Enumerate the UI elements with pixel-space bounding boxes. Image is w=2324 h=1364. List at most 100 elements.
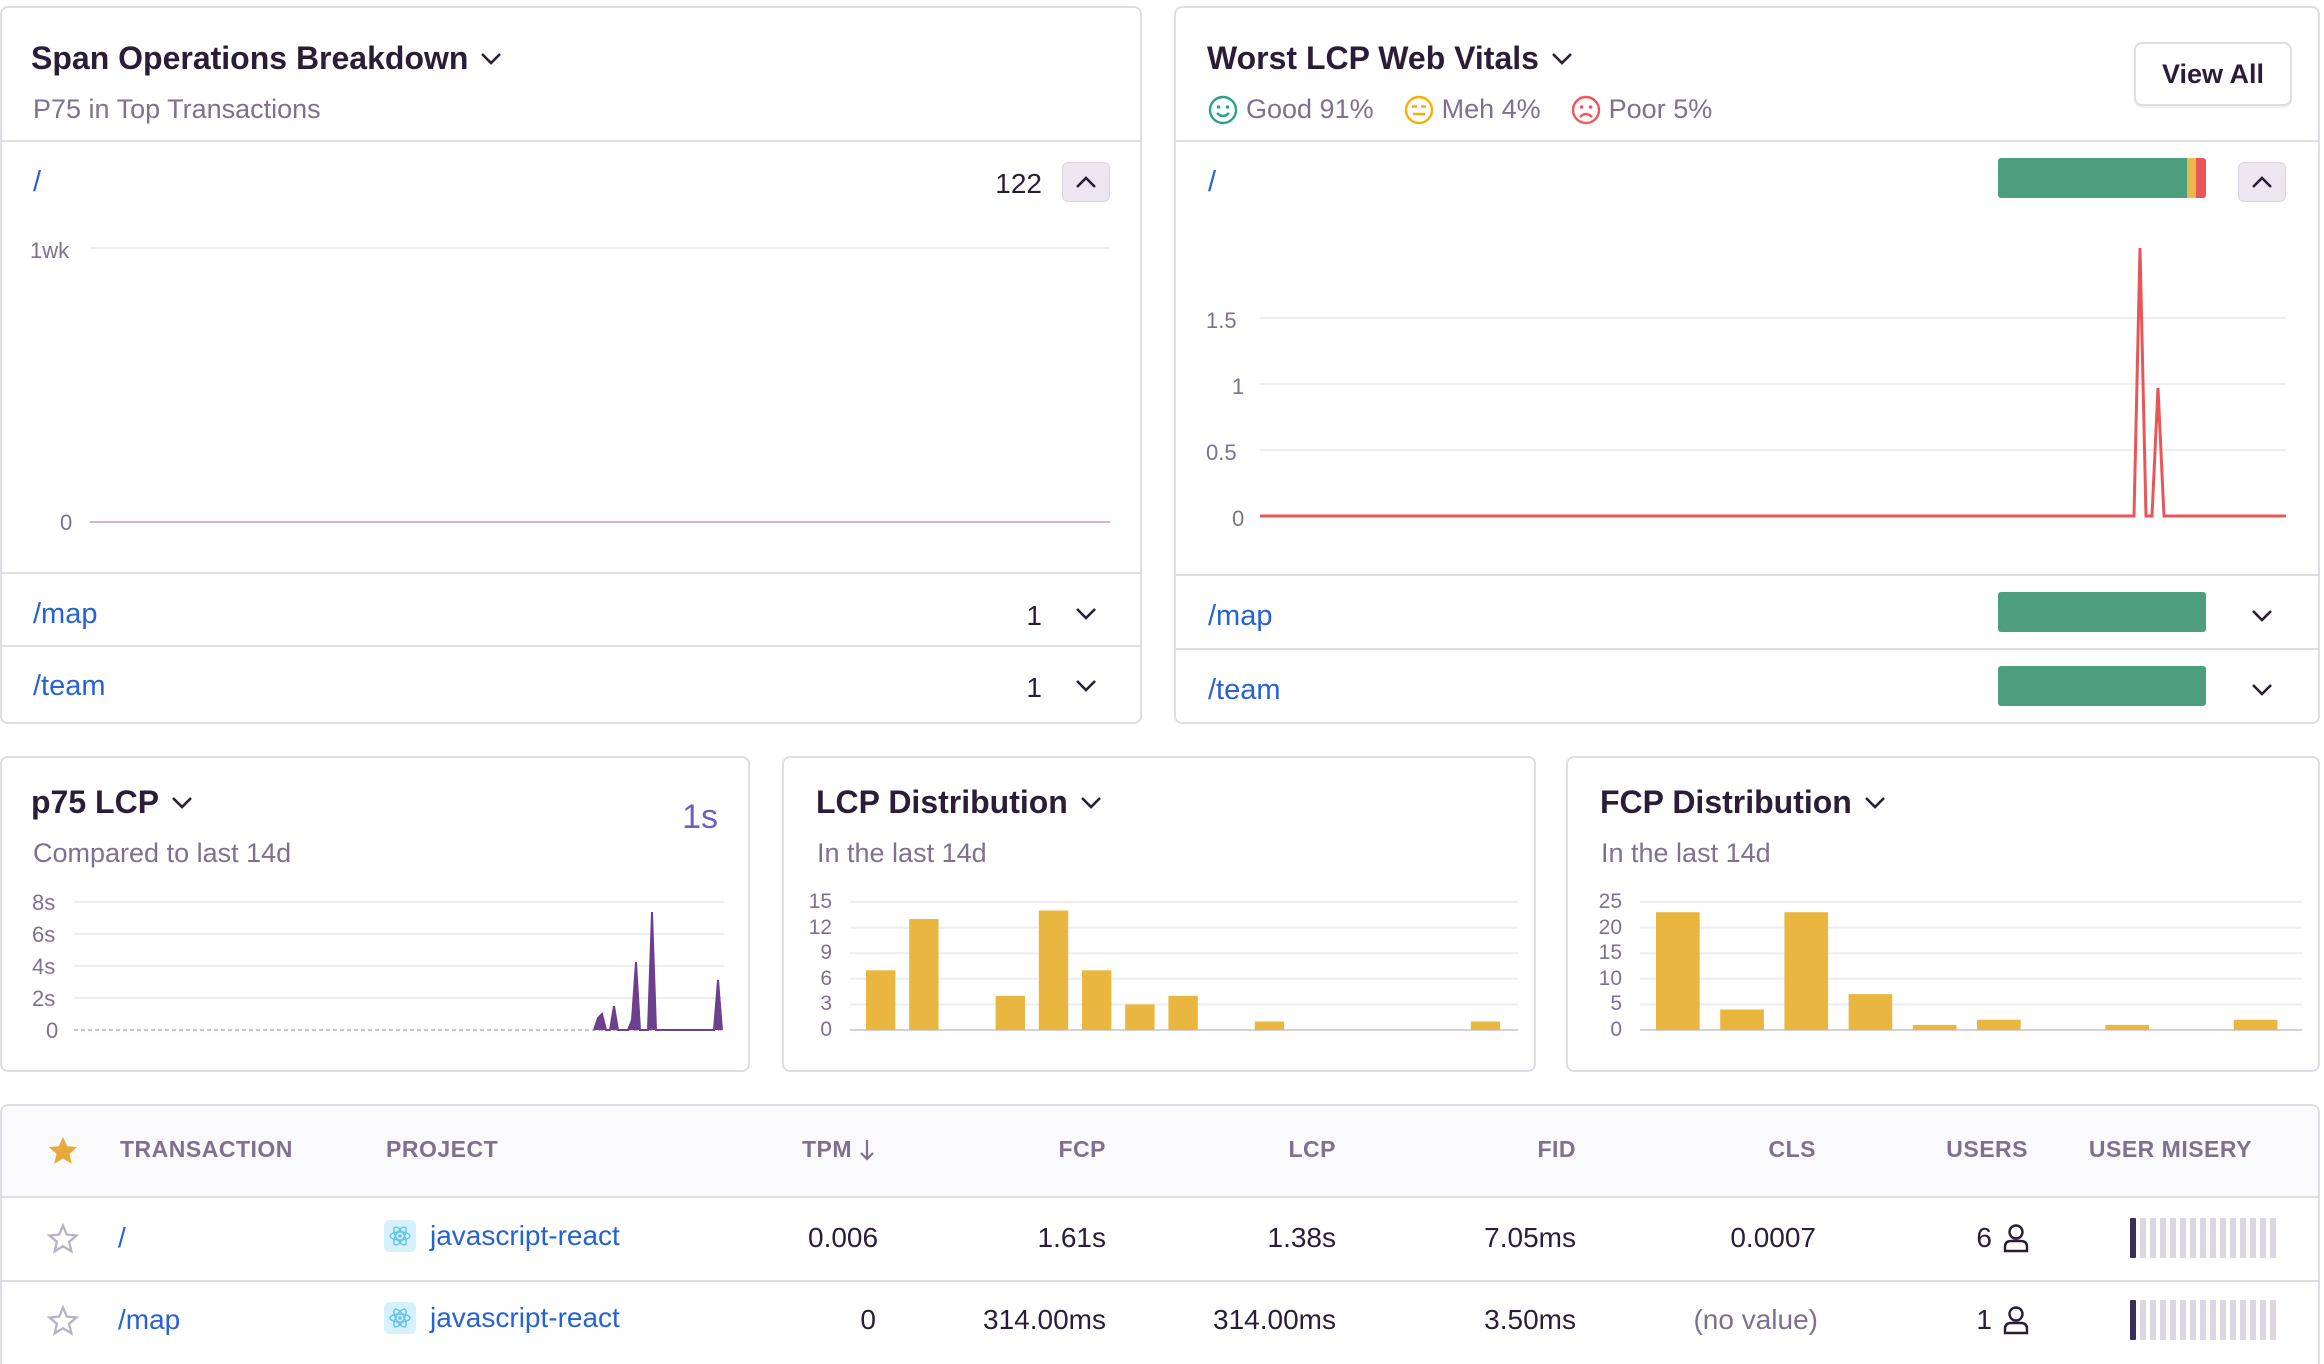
header-cls[interactable]: CLS [1769, 1136, 1817, 1163]
span-row-map-link[interactable]: /map [33, 598, 97, 631]
header-fid[interactable]: FID [1537, 1136, 1576, 1163]
table-row: / javascript-react 0.006 1.61s 1.38s 7.0… [2, 1198, 2318, 1280]
histogram-bar[interactable] [1784, 912, 1829, 1030]
fcp-distribution-subtitle: In the last 14d [1601, 838, 1771, 868]
p75-lcp-panel: p75 LCP 1s Compared to last 14d 8s 6s 4s… [0, 756, 750, 1072]
legend-meh: Meh 4% [1404, 94, 1541, 125]
vitals-bar [1998, 592, 2206, 632]
span-operations-title[interactable]: Span Operations Breakdown [31, 40, 502, 77]
star-filled-icon[interactable] [46, 1134, 80, 1168]
fid-value: 3.50ms [1484, 1304, 1576, 1335]
header-tpm[interactable]: TPM [802, 1136, 876, 1163]
lcp-distribution-title-text: LCP Distribution [816, 784, 1068, 820]
user-misery-bar [2130, 1218, 2276, 1258]
transaction-link[interactable]: /map [118, 1304, 180, 1336]
expand-button[interactable] [1062, 666, 1110, 706]
y-tick-label: 12 [808, 915, 832, 939]
histogram-bar[interactable] [909, 919, 939, 1030]
arrow-down-icon [860, 1139, 874, 1161]
project-name: javascript-react [430, 1220, 620, 1251]
header-users[interactable]: USERS [1946, 1136, 2028, 1163]
lcp-value: 1.38s [1267, 1222, 1337, 1253]
expand-button[interactable] [1062, 594, 1110, 634]
lcp-value: 314.00ms [1213, 1304, 1336, 1335]
fcp-value: 314.00ms [983, 1304, 1106, 1335]
star-outline-icon[interactable] [46, 1222, 80, 1256]
frown-icon [1571, 95, 1600, 124]
user-icon [2003, 1224, 2029, 1253]
legend-good-label: Good 91% [1246, 94, 1374, 124]
span-row-team-link[interactable]: /team [33, 670, 106, 703]
histogram-bar[interactable] [1470, 1021, 1501, 1030]
users-count: 1 [1976, 1304, 1992, 1335]
histogram-bar[interactable] [866, 970, 896, 1030]
lcp-row-team-link[interactable]: /team [1208, 674, 1281, 707]
histogram-bar[interactable] [2105, 1024, 2150, 1030]
header-transaction[interactable]: TRANSACTION [120, 1136, 293, 1163]
lcp-distribution-chart [850, 901, 1518, 1031]
y-tick-label: 1 [1232, 374, 1245, 399]
lcp-distribution-title[interactable]: LCP Distribution [816, 784, 1102, 821]
p75-lcp-line [593, 911, 723, 1031]
header-project[interactable]: PROJECT [386, 1136, 498, 1163]
lcp-distribution-panel: LCP Distribution In the last 14d 15 12 9 6 3… [782, 756, 1536, 1072]
table-header: TRANSACTION PROJECT TPM FCP LCP FID CLS … [2, 1106, 2318, 1198]
y-tick-label: 0.5 [1206, 440, 1237, 465]
histogram-bar[interactable] [1656, 912, 1700, 1030]
histogram-bar[interactable] [1912, 1024, 1957, 1030]
project-link[interactable]: javascript-react [384, 1220, 620, 1252]
p75-lcp-title[interactable]: p75 LCP [31, 784, 193, 821]
histogram-bar[interactable] [1254, 1021, 1285, 1030]
lcp-distribution-subtitle: In the last 14d [817, 838, 987, 868]
expand-button[interactable] [2238, 670, 2286, 710]
histogram-bar[interactable] [1720, 1009, 1764, 1030]
span-operations-title-text: Span Operations Breakdown [31, 40, 469, 76]
y-tick-label: 6 [820, 966, 832, 990]
histogram-bar[interactable] [1038, 910, 1069, 1030]
y-tick-label: 0 [1232, 506, 1245, 531]
collapse-button[interactable] [1062, 162, 1110, 202]
histogram-bar[interactable] [1082, 970, 1112, 1030]
fcp-distribution-panel: FCP Distribution In the last 14d 25 20 15 1… [1566, 756, 2320, 1072]
user-icon [2003, 1306, 2029, 1335]
fcp-distribution-title-text: FCP Distribution [1600, 784, 1852, 820]
worst-lcp-panel: Worst LCP Web Vitals Good 91% Meh 4% Poo… [1174, 6, 2320, 724]
histogram-bar[interactable] [2233, 1019, 2278, 1030]
histogram-bar[interactable] [995, 995, 1025, 1030]
expand-button[interactable] [2238, 596, 2286, 636]
divider [1176, 574, 2318, 576]
legend-poor-label: Poor 5% [1608, 94, 1713, 124]
y-tick-label: 4s [32, 954, 56, 979]
transaction-link[interactable]: / [118, 1222, 126, 1254]
lcp-series-line [1260, 247, 2286, 518]
fcp-distribution-title[interactable]: FCP Distribution [1600, 784, 1886, 821]
chevron-up-icon [2252, 176, 2272, 188]
view-all-button[interactable]: View All [2134, 42, 2292, 106]
y-tick-label: 15 [1598, 941, 1622, 965]
project-link[interactable]: javascript-react [384, 1302, 620, 1334]
span-row-root-link[interactable]: / [33, 166, 41, 199]
chevron-down-icon [480, 52, 502, 66]
divider [1176, 140, 2318, 142]
star-outline-icon[interactable] [46, 1304, 80, 1338]
users-cell: 1 [1976, 1304, 2030, 1336]
y-tick-label: 8s [32, 890, 56, 915]
chevron-down-icon [171, 796, 193, 810]
chevron-down-icon [1080, 796, 1102, 810]
collapse-button[interactable] [2238, 162, 2286, 202]
worst-lcp-title[interactable]: Worst LCP Web Vitals [1207, 40, 1573, 77]
histogram-bar[interactable] [1977, 1019, 2021, 1030]
histogram-bar[interactable] [1168, 995, 1198, 1030]
lcp-row-root-link[interactable]: / [1208, 166, 1216, 199]
header-lcp[interactable]: LCP [1289, 1136, 1337, 1163]
header-user-misery[interactable]: USER MISERY [2089, 1136, 2252, 1163]
y-tick-label: 0 [60, 510, 73, 535]
vitals-bar-good [1998, 666, 2206, 706]
chevron-down-icon [1076, 608, 1096, 620]
histogram-bar[interactable] [1848, 994, 1893, 1030]
lcp-row-map-link[interactable]: /map [1208, 600, 1272, 633]
users-cell: 6 [1976, 1222, 2030, 1254]
y-tick-label: 2s [32, 986, 56, 1011]
histogram-bar[interactable] [1125, 1004, 1155, 1030]
header-fcp[interactable]: FCP [1059, 1136, 1107, 1163]
